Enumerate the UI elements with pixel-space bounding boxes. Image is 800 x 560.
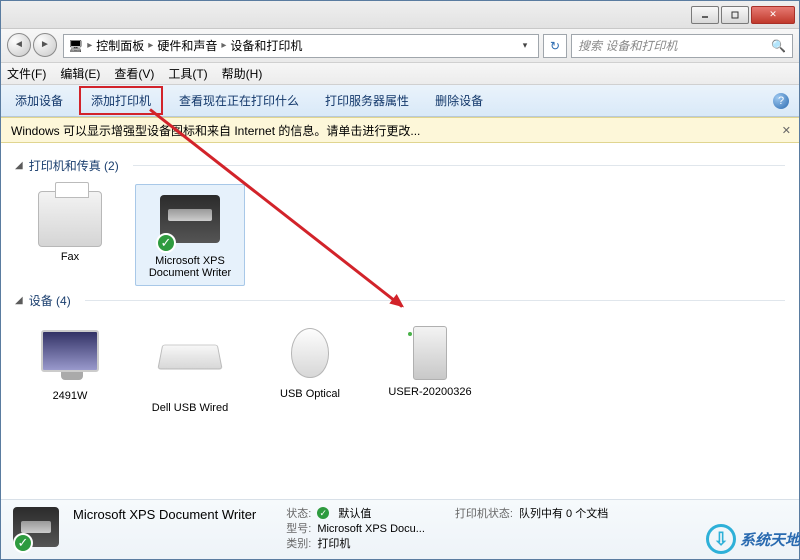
item-label: 2491W <box>22 390 118 402</box>
navigation-row: ◄ ► 🖥 ▸ 控制面板 ▸ 硬件和声音 ▸ 设备和打印机 ▾ ↻ 搜索 设备和… <box>1 29 799 63</box>
default-check-icon: ✓ <box>156 233 176 253</box>
model-value: Microsoft XPS Docu... <box>317 522 425 537</box>
item-label: USER-20200326 <box>382 386 478 398</box>
watermark-text: 系统天地 <box>740 529 800 550</box>
device-xps-writer[interactable]: ✓ Microsoft XPS Document Writer <box>135 184 245 286</box>
status-label: 状态: <box>286 507 311 522</box>
crumb-control-panel[interactable]: 控制面板 <box>96 37 144 54</box>
divider <box>85 300 785 301</box>
content-area: ◢ 打印机和传真 (2) Fax ✓ Microsoft XPS Documen… <box>1 143 799 499</box>
collapse-icon: ◢ <box>15 160 23 171</box>
watermark-icon: ⇩ <box>706 524 736 554</box>
divider <box>133 165 785 166</box>
keyboard-icon <box>158 342 222 398</box>
minimize-button[interactable] <box>691 6 719 24</box>
close-button[interactable]: ✕ <box>751 6 795 24</box>
crumb-hardware-sound[interactable]: 硬件和声音 <box>157 37 217 54</box>
device-computer[interactable]: USER-20200326 <box>375 319 485 421</box>
item-label: USB Optical <box>262 388 358 400</box>
computer-icon: 🖥 <box>68 39 83 53</box>
menu-view[interactable]: 查看(V) <box>114 65 154 82</box>
device-monitor[interactable]: 2491W <box>15 319 125 421</box>
details-columns: Microsoft XPS Document Writer 状态: ✓ 默认值 型号… <box>73 507 608 552</box>
maximize-button[interactable] <box>721 6 749 24</box>
help-icon[interactable]: ? <box>773 93 789 109</box>
address-bar[interactable]: 🖥 ▸ 控制面板 ▸ 硬件和声音 ▸ 设备和打印机 ▾ <box>63 34 539 58</box>
cmd-remove-device[interactable]: 删除设备 <box>435 92 483 109</box>
info-bar-close-icon[interactable]: ✕ <box>782 124 791 137</box>
default-check-icon: ✓ <box>13 533 33 553</box>
chevron-right-icon: ▸ <box>87 40 92 51</box>
device-keyboard[interactable]: Dell USB Wired <box>135 319 245 421</box>
model-label: 型号: <box>286 522 311 537</box>
cmd-add-device[interactable]: 添加设备 <box>15 92 63 109</box>
titlebar: ✕ <box>1 1 799 29</box>
group-title: 打印机和传真 (2) <box>29 157 119 174</box>
chevron-right-icon: ▸ <box>221 40 226 51</box>
explorer-window: ✕ ◄ ► 🖥 ▸ 控制面板 ▸ 硬件和声音 ▸ 设备和打印机 ▾ ↻ 搜索 设… <box>0 0 800 560</box>
monitor-icon <box>38 330 102 386</box>
cmd-see-printing[interactable]: 查看现在正在打印什么 <box>179 92 299 109</box>
back-button[interactable]: ◄ <box>7 33 31 57</box>
details-title: Microsoft XPS Document Writer <box>73 507 256 522</box>
info-bar-text: Windows 可以显示增强型设备图标和来自 Internet 的信息。请单击进… <box>11 122 420 139</box>
menu-file[interactable]: 文件(F) <box>7 65 46 82</box>
address-dropdown[interactable]: ▾ <box>516 40 534 51</box>
item-label: Microsoft XPS Document Writer <box>142 255 238 279</box>
menu-edit[interactable]: 编辑(E) <box>60 65 100 82</box>
refresh-button[interactable]: ↻ <box>543 34 567 58</box>
device-mouse[interactable]: USB Optical <box>255 319 365 421</box>
nav-back-forward: ◄ ► <box>7 33 59 59</box>
mouse-icon <box>278 328 342 384</box>
forward-button[interactable]: ► <box>33 33 57 57</box>
category-label: 类别: <box>286 537 311 552</box>
device-fax[interactable]: Fax <box>15 184 125 286</box>
menu-bar: 文件(F) 编辑(E) 查看(V) 工具(T) 帮助(H) <box>1 63 799 85</box>
cmd-server-properties[interactable]: 打印服务器属性 <box>325 92 409 109</box>
printer-status-label: 打印机状态: <box>455 507 513 522</box>
computer-tower-icon <box>398 326 462 382</box>
status-ok-icon: ✓ <box>317 507 329 519</box>
category-value: 打印机 <box>317 537 350 552</box>
devices-items: 2491W Dell USB Wired USB Optical USER-20… <box>15 319 785 421</box>
group-header-printers[interactable]: ◢ 打印机和传真 (2) <box>15 157 785 174</box>
details-printer-icon: ✓ <box>13 507 59 553</box>
chevron-right-icon: ▸ <box>148 40 153 51</box>
info-bar[interactable]: Windows 可以显示增强型设备图标和来自 Internet 的信息。请单击进… <box>1 117 799 143</box>
search-box[interactable]: 搜索 设备和打印机 🔍 <box>571 34 793 58</box>
crumb-devices-printers[interactable]: 设备和打印机 <box>230 37 302 54</box>
group-title: 设备 (4) <box>29 292 71 309</box>
search-placeholder: 搜索 设备和打印机 <box>578 37 677 54</box>
status-value: 默认值 <box>338 507 371 522</box>
fax-icon <box>38 191 102 247</box>
menu-help[interactable]: 帮助(H) <box>222 65 263 82</box>
group-header-devices[interactable]: ◢ 设备 (4) <box>15 292 785 309</box>
watermark: ⇩ 系统天地 <box>706 524 800 554</box>
search-icon: 🔍 <box>771 39 786 53</box>
printer-status-value: 队列中有 0 个文档 <box>519 507 608 522</box>
item-label: Fax <box>22 251 118 263</box>
printer-icon: ✓ <box>158 195 222 251</box>
menu-tools[interactable]: 工具(T) <box>168 65 207 82</box>
command-bar: 添加设备 添加打印机 查看现在正在打印什么 打印服务器属性 删除设备 ? <box>1 85 799 117</box>
cmd-add-printer[interactable]: 添加打印机 <box>79 86 163 115</box>
collapse-icon: ◢ <box>15 295 23 306</box>
details-pane: ✓ Microsoft XPS Document Writer 状态: ✓ 默认值 … <box>1 499 799 559</box>
printers-items: Fax ✓ Microsoft XPS Document Writer <box>15 184 785 286</box>
item-label: Dell USB Wired <box>142 402 238 414</box>
